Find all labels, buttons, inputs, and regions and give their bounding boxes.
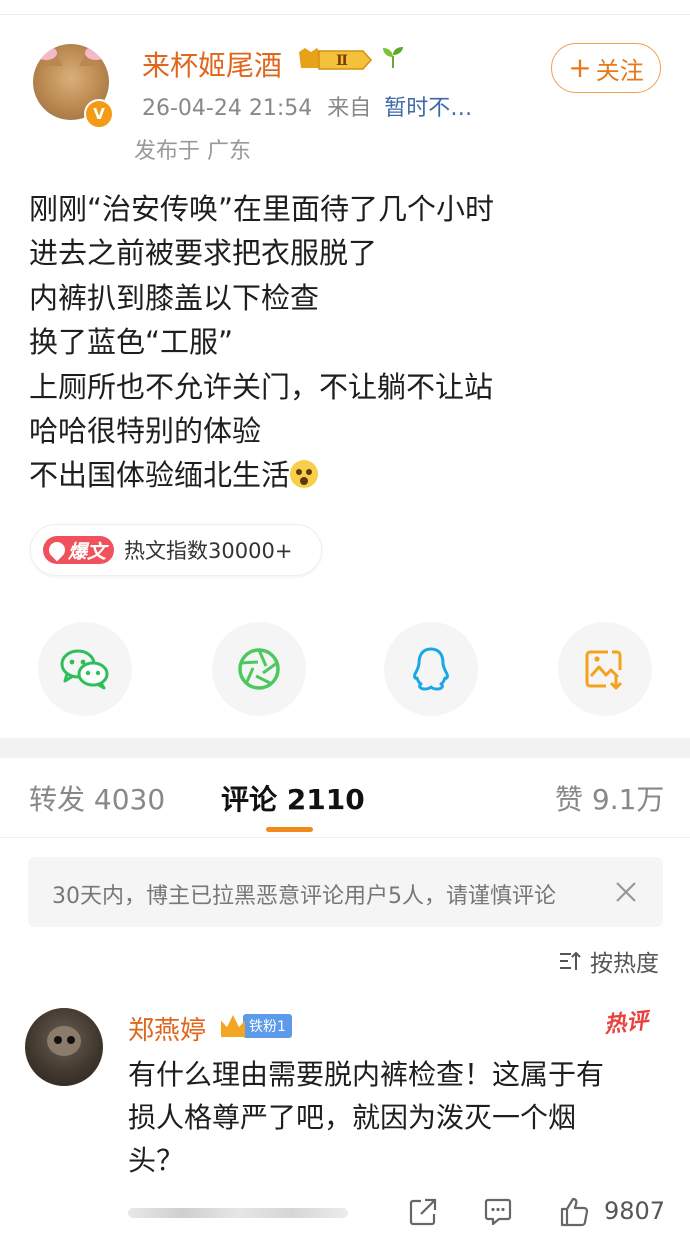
post-body: 刚刚“治安传唤”在里面待了几个小时 进去之前被要求把衣服脱了 内裤扒到膝盖以下检… <box>29 187 669 498</box>
post-source-link[interactable]: 暂时不… <box>384 96 472 121</box>
author-name[interactable]: 来杯姬尾酒 <box>142 44 282 84</box>
flame-icon <box>45 538 69 562</box>
post-line-last: 不出国体验缅北生活 <box>29 453 669 497</box>
close-icon[interactable] <box>614 880 638 904</box>
post-meta: 26-04-24 21:54 来自 暂时不… <box>142 90 472 122</box>
save-image-button[interactable] <box>558 622 652 716</box>
hot-index-text: 热文指数30000+ <box>124 539 293 563</box>
post-line: 进去之前被要求把衣服脱了 <box>29 236 378 271</box>
reply-comment-icon[interactable] <box>482 1196 514 1228</box>
save-image-icon <box>585 650 623 690</box>
avatar-bow-left <box>35 46 57 60</box>
like-icon[interactable] <box>558 1196 590 1228</box>
share-moments-button[interactable] <box>212 622 306 716</box>
qq-icon <box>413 647 449 691</box>
top-divider <box>0 14 690 15</box>
plus-icon: + <box>568 51 592 84</box>
avatar-bow-right <box>85 46 107 60</box>
post-line: 刚刚“治安传唤”在里面待了几个小时 <box>29 192 495 226</box>
tab-likes[interactable]: 赞 9.1万 <box>555 778 664 818</box>
post-line: 哈哈很特别的体验 <box>29 414 262 449</box>
tab-repost[interactable]: 转发 4030 <box>29 778 165 818</box>
hot-index-pill[interactable]: 爆文 热文指数30000+ <box>30 524 322 576</box>
post-from: 来自 <box>327 96 372 121</box>
post-line: 不出国体验缅北生活 <box>29 458 291 493</box>
fan-badge-label: 铁粉1 <box>243 1014 292 1038</box>
comment-line: 有什么理由需要脱内裤检查！这属于有 <box>128 1058 605 1091</box>
post-line: 上厕所也不允许关门，不让躺不让站 <box>29 369 494 404</box>
follow-button[interactable]: + 关注 <box>551 43 661 93</box>
tab-comments[interactable]: 评论 2110 <box>221 778 365 818</box>
level-text: Ⅱ <box>336 53 348 69</box>
share-comment-icon[interactable] <box>407 1196 439 1228</box>
hot-comment-stamp: 热评 <box>603 1008 650 1039</box>
sort-by-hot-button[interactable]: 按热度 <box>558 944 659 978</box>
share-qq-button[interactable] <box>384 622 478 716</box>
avatar-face <box>47 1026 81 1056</box>
commenter-name[interactable]: 郑燕婷 <box>128 1010 206 1047</box>
surprised-emoji-icon <box>290 460 319 489</box>
tab-divider <box>0 837 690 838</box>
comment-notice-text: 30天内，博主已拉黑恶意评论用户5人，请谨慎评论 <box>52 884 556 909</box>
moments-icon <box>238 648 280 690</box>
commenter-avatar[interactable] <box>25 1008 103 1086</box>
member-level-badge-icon[interactable]: Ⅱ <box>297 46 375 74</box>
post-location: 发布于 广东 <box>134 139 251 164</box>
comment-line: 损人格尊严了吧，就因为泼灭一个烟 <box>128 1101 577 1134</box>
avatar-eye <box>54 1036 62 1044</box>
crown-icon <box>221 1015 245 1037</box>
comment-line: 头？ <box>128 1144 185 1177</box>
sort-icon <box>560 951 581 970</box>
follow-label: 关注 <box>595 56 644 85</box>
sort-label: 按热度 <box>590 951 659 977</box>
active-tab-indicator <box>266 827 313 832</box>
comment-text: 有什么理由需要脱内裤检查！这属于有 损人格尊严了吧，就因为泼灭一个烟 头？ <box>128 1053 658 1182</box>
verified-badge-icon: V <box>84 99 114 129</box>
avatar-eye <box>67 1036 75 1044</box>
post-line: 内裤扒到膝盖以下检查 <box>29 280 320 315</box>
hot-tag: 爆文 <box>43 536 115 564</box>
hot-tag-label: 爆文 <box>68 540 107 563</box>
sprout-icon <box>383 47 403 68</box>
share-wechat-button[interactable] <box>38 622 132 716</box>
blurred-reply-preview <box>128 1208 348 1218</box>
section-divider <box>0 738 690 758</box>
wechat-icon <box>60 649 109 690</box>
comment-like-count: 9807 <box>604 1197 666 1225</box>
post-time: 26-04-24 21:54 <box>142 96 313 121</box>
fan-badge[interactable]: 铁粉1 <box>221 1013 292 1039</box>
post-line: 换了蓝色“工服” <box>29 325 234 360</box>
